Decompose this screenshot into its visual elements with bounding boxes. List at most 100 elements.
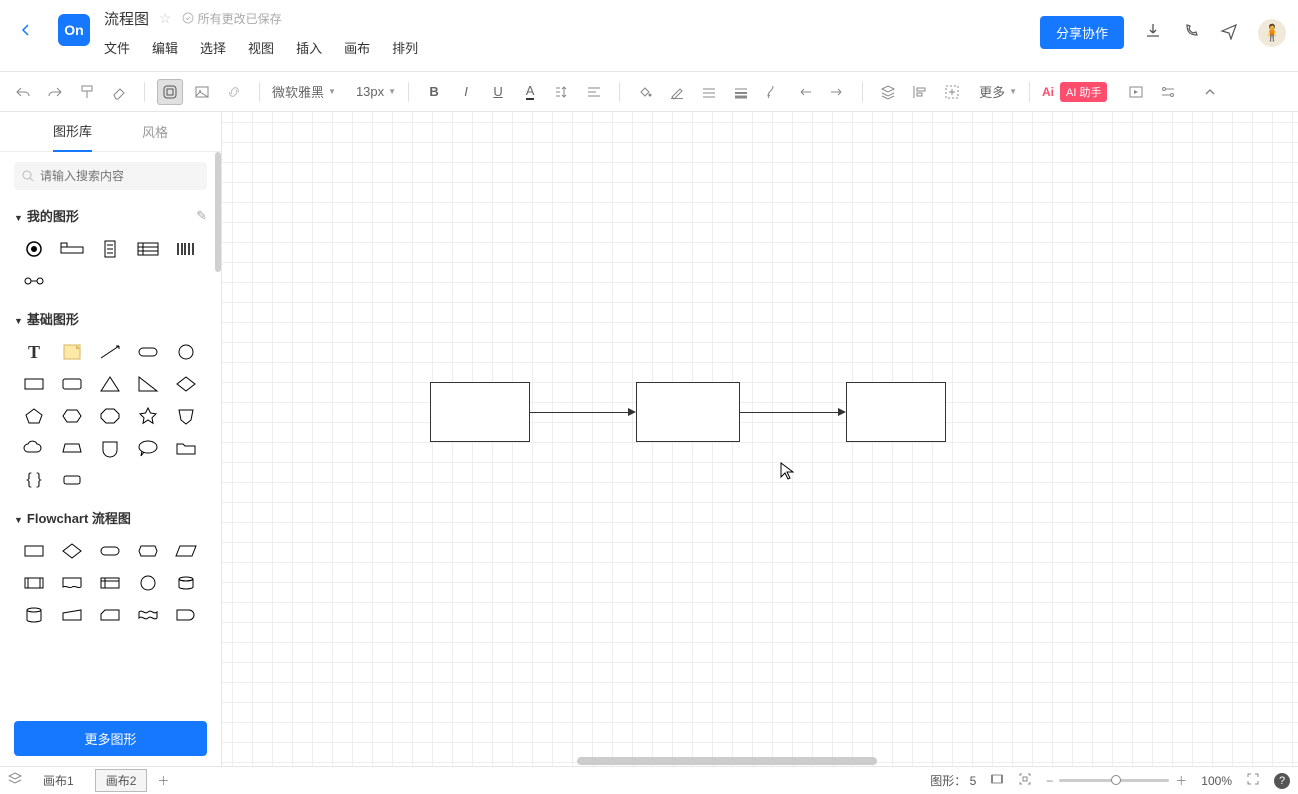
shape-star[interactable] <box>132 404 164 428</box>
fc-tape[interactable] <box>132 603 164 627</box>
stroke-color-button[interactable] <box>664 79 690 105</box>
undo-button[interactable] <box>10 79 36 105</box>
shape-right-triangle[interactable] <box>132 372 164 396</box>
image-tool-icon[interactable] <box>189 79 215 105</box>
shape-octagon[interactable] <box>94 404 126 428</box>
eraser-icon[interactable] <box>106 79 132 105</box>
share-button[interactable]: 分享协作 <box>1040 16 1124 49</box>
format-painter-icon[interactable] <box>74 79 100 105</box>
font-color-button[interactable]: A <box>517 79 543 105</box>
align-text-button[interactable] <box>581 79 607 105</box>
fc-manual-input[interactable] <box>56 603 88 627</box>
shape-folder[interactable] <box>170 436 202 460</box>
fit-width-icon[interactable] <box>990 772 1004 789</box>
shape-shield[interactable] <box>170 404 202 428</box>
line-height-button[interactable] <box>549 79 575 105</box>
sheet-tab[interactable]: 画布1 <box>32 769 85 792</box>
fill-color-button[interactable] <box>632 79 658 105</box>
tab-style[interactable]: 风格 <box>142 112 168 151</box>
group-basic-shapes[interactable]: ▼基础图形 <box>0 303 221 334</box>
fc-document[interactable] <box>56 571 88 595</box>
fc-terminator[interactable] <box>94 539 126 563</box>
fc-connector[interactable] <box>132 571 164 595</box>
preview-icon[interactable] <box>1123 79 1149 105</box>
menu-insert[interactable]: 插入 <box>296 38 322 57</box>
group-my-shapes[interactable]: ▼我的图形 ✎ <box>0 200 221 231</box>
menu-canvas[interactable]: 画布 <box>344 38 370 57</box>
shape-barcode[interactable] <box>170 237 202 261</box>
shape-line[interactable] <box>94 340 126 364</box>
zoom-slider[interactable]: − ＋ <box>1046 772 1187 789</box>
zoom-label[interactable]: 100% <box>1201 774 1232 788</box>
fc-data[interactable] <box>170 539 202 563</box>
ai-assistant-button[interactable]: AI 助手 <box>1060 82 1107 102</box>
shape-search-input[interactable] <box>40 169 199 183</box>
shape-pentagon[interactable] <box>18 404 50 428</box>
fc-internal-storage[interactable] <box>94 571 126 595</box>
download-icon[interactable] <box>1144 22 1162 43</box>
menu-view[interactable]: 视图 <box>248 38 274 57</box>
layers-icon[interactable] <box>8 772 22 789</box>
zoom-in-button[interactable]: ＋ <box>1175 772 1187 789</box>
fc-decision[interactable] <box>56 539 88 563</box>
edit-group-icon[interactable]: ✎ <box>196 208 207 224</box>
group-flowchart[interactable]: ▼Flowchart 流程图 <box>0 502 221 533</box>
add-sheet-button[interactable]: ＋ <box>157 772 169 789</box>
underline-button[interactable]: U <box>485 79 511 105</box>
sidebar-scrollbar[interactable] <box>215 152 221 272</box>
send-icon[interactable] <box>1220 22 1238 43</box>
font-family-select[interactable]: 微软雅黑▼ <box>272 82 336 101</box>
shape-search[interactable] <box>14 162 207 190</box>
canvas-shape-rect[interactable] <box>846 382 946 442</box>
shape-ellipse-callout[interactable] <box>132 436 164 460</box>
shape-target[interactable] <box>18 237 50 261</box>
arrow-start-button[interactable] <box>792 79 818 105</box>
fc-database[interactable] <box>170 571 202 595</box>
more-tools-button[interactable]: 更多▼ <box>979 82 1017 101</box>
shape-list[interactable] <box>132 237 164 261</box>
menu-file[interactable]: 文件 <box>104 38 130 57</box>
shape-rect[interactable] <box>18 372 50 396</box>
italic-button[interactable]: I <box>453 79 479 105</box>
redo-button[interactable] <box>42 79 68 105</box>
favorite-icon[interactable]: ☆ <box>159 10 172 27</box>
shape-drop[interactable] <box>94 436 126 460</box>
bold-button[interactable]: B <box>421 79 447 105</box>
tab-shape-library[interactable]: 图形库 <box>53 111 92 152</box>
shape-circle[interactable] <box>170 340 202 364</box>
line-style-button[interactable] <box>696 79 722 105</box>
canvas-shape-rect[interactable] <box>430 382 530 442</box>
arrow-end-button[interactable] <box>824 79 850 105</box>
connector-style-button[interactable] <box>760 79 786 105</box>
shape-rounded[interactable] <box>56 468 88 492</box>
shape-rounded-rect[interactable] <box>132 340 164 364</box>
collapse-panel-icon[interactable] <box>1197 79 1223 105</box>
shape-braces[interactable]: { } <box>18 468 50 492</box>
shape-hexagon[interactable] <box>56 404 88 428</box>
sheet-tab[interactable]: 画布2 <box>95 769 148 792</box>
shape-bed[interactable] <box>56 237 88 261</box>
menu-edit[interactable]: 编辑 <box>152 38 178 57</box>
shape-trapezoid[interactable] <box>56 436 88 460</box>
shape-cloud[interactable] <box>18 436 50 460</box>
fit-page-icon[interactable] <box>1018 772 1032 789</box>
fc-predefined[interactable] <box>18 571 50 595</box>
shape-chain[interactable] <box>18 269 50 293</box>
back-button[interactable] <box>12 16 40 44</box>
align-objects-button[interactable] <box>907 79 933 105</box>
shape-rect2[interactable] <box>56 372 88 396</box>
more-shapes-button[interactable]: 更多图形 <box>14 721 207 756</box>
fc-cylinder[interactable] <box>18 603 50 627</box>
fc-process[interactable] <box>18 539 50 563</box>
fc-card[interactable] <box>94 603 126 627</box>
shape-diamond[interactable] <box>170 372 202 396</box>
fullscreen-icon[interactable] <box>1246 772 1260 789</box>
shape-note[interactable] <box>56 340 88 364</box>
canvas-shape-rect[interactable] <box>636 382 740 442</box>
shape-triangle[interactable] <box>94 372 126 396</box>
line-width-button[interactable] <box>728 79 754 105</box>
fc-display[interactable] <box>132 539 164 563</box>
fc-delay[interactable] <box>170 603 202 627</box>
user-avatar[interactable]: 🧍 <box>1258 19 1286 47</box>
menu-select[interactable]: 选择 <box>200 38 226 57</box>
